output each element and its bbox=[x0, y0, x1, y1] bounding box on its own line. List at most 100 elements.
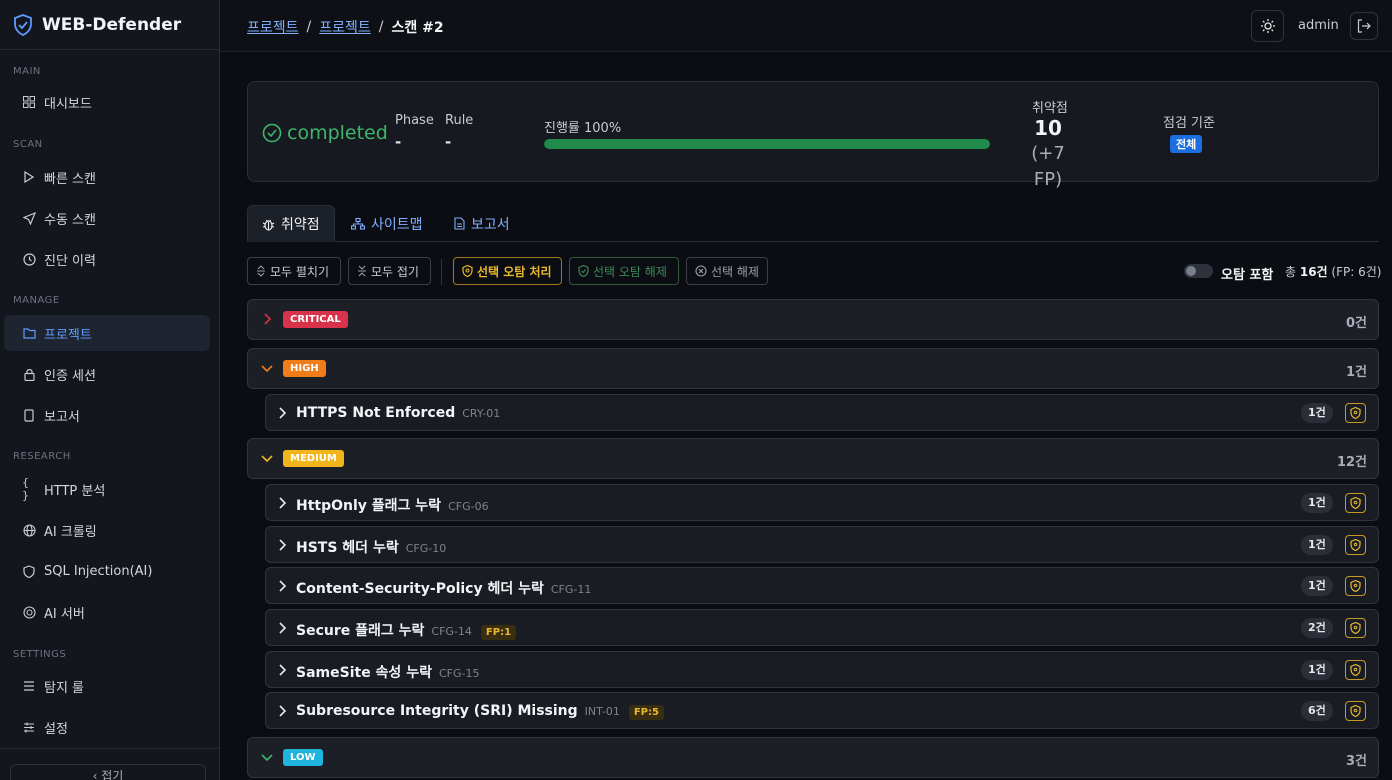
button-label: 선택 해제 bbox=[711, 264, 759, 279]
sidebar-item-history[interactable]: 진단 이력 bbox=[4, 241, 210, 277]
sidebar-item-sql-injection[interactable]: SQL Injection(AI) bbox=[4, 553, 210, 589]
rule-value: - bbox=[445, 133, 452, 151]
shield-icon bbox=[462, 265, 473, 277]
chevron-right-icon bbox=[277, 538, 289, 556]
code-braces-icon: { } bbox=[22, 476, 29, 502]
tab-report[interactable]: 보고서 bbox=[454, 205, 510, 242]
finding-name: Secure 플래그 누락 bbox=[296, 623, 425, 639]
finding-code: CFG-10 bbox=[405, 542, 447, 555]
logout-button[interactable] bbox=[1350, 12, 1378, 40]
lock-icon bbox=[22, 367, 36, 381]
chevron-right-icon bbox=[277, 496, 289, 514]
finding-code: CRY-01 bbox=[462, 407, 501, 420]
shield-icon bbox=[22, 564, 36, 578]
breadcrumb-link-projects[interactable]: 프로젝트 bbox=[247, 17, 299, 37]
breadcrumb-separator: / bbox=[378, 19, 384, 35]
finding-row[interactable]: Secure 플래그 누락 CFG-14 FP:1 2건 bbox=[265, 609, 1379, 646]
finding-name: HttpOnly 플래그 누락 bbox=[296, 498, 442, 514]
false-positive-button[interactable] bbox=[1345, 701, 1366, 721]
total-suffix: (FP: 6건) bbox=[1327, 265, 1382, 279]
severity-group-high[interactable]: HIGH 1건 bbox=[247, 348, 1379, 389]
finding-row[interactable]: HSTS 헤더 누락 CFG-10 1건 bbox=[265, 526, 1379, 563]
false-positive-button[interactable] bbox=[1345, 535, 1366, 555]
globe-icon bbox=[22, 523, 36, 537]
shield-icon bbox=[1350, 497, 1361, 509]
sidebar-item-quick-scan[interactable]: 빠른 스캔 bbox=[4, 159, 210, 195]
sidebar-item-auth-session[interactable]: 인증 세션 bbox=[4, 356, 210, 392]
severity-badge: CRITICAL bbox=[283, 311, 348, 328]
breadcrumb-link-project[interactable]: 프로젝트 bbox=[319, 17, 371, 37]
sidebar-item-reports[interactable]: 보고서 bbox=[4, 397, 210, 433]
collapse-sidebar-button[interactable]: ‹ 접기 bbox=[10, 764, 206, 780]
chevron-right-icon bbox=[277, 704, 289, 722]
finding-row[interactable]: Subresource Integrity (SRI) Missing INT-… bbox=[265, 692, 1379, 729]
finding-row[interactable]: Content-Security-Policy 헤더 누락 CFG-11 1건 bbox=[265, 567, 1379, 604]
false-positive-button[interactable] bbox=[1345, 403, 1366, 423]
finding-code: CFG-06 bbox=[448, 500, 489, 513]
include-false-positive-toggle[interactable] bbox=[1184, 264, 1213, 278]
severity-badge: MEDIUM bbox=[283, 450, 344, 467]
sidebar-item-settings[interactable]: 설정 bbox=[4, 709, 210, 745]
sidebar-item-label: 설정 bbox=[44, 721, 68, 737]
expand-all-button[interactable]: 모두 펼치기 bbox=[247, 257, 341, 285]
sidebar-item-projects[interactable]: 프로젝트 bbox=[4, 315, 210, 351]
toggle-knob bbox=[1186, 266, 1196, 276]
finding-title: HTTPS Not Enforced CRY-01 bbox=[296, 405, 500, 421]
sidebar-item-ai-server[interactable]: AI 서버 bbox=[4, 594, 210, 630]
finding-row[interactable]: HttpOnly 플래그 누락 CFG-06 1건 bbox=[265, 484, 1379, 521]
finding-count: 1건 bbox=[1301, 403, 1333, 423]
sidebar-item-detect-rules[interactable]: 탐지 룰 bbox=[4, 668, 210, 704]
tab-label: 취약점 bbox=[281, 217, 320, 233]
scan-status-card: completed Phase - Rule - 진행률 100% 취약점 10… bbox=[247, 81, 1379, 190]
sidebar-item-dashboard[interactable]: 대시보드 bbox=[4, 84, 210, 120]
sidebar-item-http-analysis[interactable]: { } HTTP 분석 bbox=[4, 471, 210, 507]
chevron-right-icon bbox=[277, 621, 289, 639]
section-settings: SETTINGS bbox=[13, 649, 67, 660]
section-scan: SCAN bbox=[13, 139, 43, 150]
brand[interactable]: WEB-Defender bbox=[0, 0, 219, 50]
finding-row[interactable]: SameSite 속성 누락 CFG-15 1건 bbox=[265, 651, 1379, 688]
vulnerability-fp-count: (+7 FP) bbox=[1031, 143, 1065, 190]
shield-icon bbox=[1350, 664, 1361, 676]
unmark-false-positive-button[interactable]: 선택 오탐 해제 bbox=[569, 257, 679, 285]
shield-icon bbox=[1350, 622, 1361, 634]
shield-icon bbox=[1350, 407, 1361, 419]
false-positive-button[interactable] bbox=[1345, 493, 1366, 513]
button-label: 선택 오탐 해제 bbox=[593, 264, 667, 279]
finding-count: 1건 bbox=[1301, 493, 1333, 513]
finding-code: CFG-14 bbox=[431, 625, 472, 638]
shield-check-icon bbox=[578, 265, 589, 277]
false-positive-button[interactable] bbox=[1345, 660, 1366, 680]
finding-count: 2건 bbox=[1301, 618, 1333, 638]
shield-icon bbox=[1350, 580, 1361, 592]
username: admin bbox=[1298, 18, 1339, 33]
severity-group-medium[interactable]: MEDIUM 12건 bbox=[247, 438, 1379, 479]
tab-sitemap[interactable]: 사이트맵 bbox=[351, 205, 423, 242]
logout-icon bbox=[1357, 19, 1371, 33]
deselect-button[interactable]: 선택 해제 bbox=[686, 257, 768, 285]
finding-code: CFG-15 bbox=[438, 667, 480, 680]
tab-label: 보고서 bbox=[471, 216, 510, 233]
sliders-icon bbox=[22, 720, 36, 734]
finding-count: 1건 bbox=[1301, 576, 1333, 596]
false-positive-button[interactable] bbox=[1345, 576, 1366, 596]
finding-title: HSTS 헤더 누락 CFG-10 bbox=[296, 537, 446, 557]
finding-code: CFG-11 bbox=[550, 583, 592, 596]
false-positive-button[interactable] bbox=[1345, 618, 1366, 638]
sidebar-item-ai-crawling[interactable]: AI 크롤링 bbox=[4, 512, 210, 548]
progress-fill bbox=[544, 139, 990, 149]
sidebar-item-manual-scan[interactable]: 수동 스캔 bbox=[4, 200, 210, 236]
sitemap-icon bbox=[351, 217, 365, 230]
finding-row[interactable]: HTTPS Not Enforced CRY-01 1건 bbox=[265, 394, 1379, 431]
mark-false-positive-button[interactable]: 선택 오탐 처리 bbox=[453, 257, 562, 285]
theme-toggle-button[interactable] bbox=[1251, 10, 1284, 42]
severity-badge: LOW bbox=[283, 749, 323, 766]
tab-vulnerabilities[interactable]: 취약점 bbox=[247, 205, 335, 242]
chevron-right-icon bbox=[277, 579, 289, 597]
collapse-all-button[interactable]: 모두 접기 bbox=[348, 257, 431, 285]
chevron-down-icon bbox=[260, 361, 274, 379]
rule-label: Rule bbox=[445, 113, 474, 128]
severity-group-low[interactable]: LOW 3건 bbox=[247, 737, 1379, 778]
finding-title: Secure 플래그 누락 CFG-14 FP:1 bbox=[296, 620, 517, 640]
severity-group-critical[interactable]: CRITICAL 0건 bbox=[247, 299, 1379, 340]
